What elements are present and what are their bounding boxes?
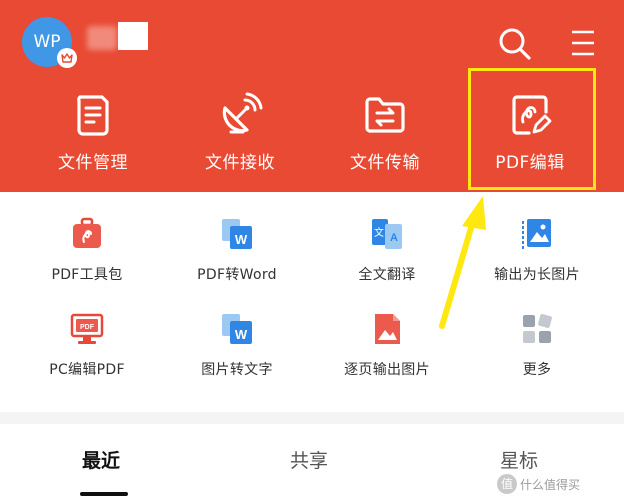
username-block: [118, 22, 148, 50]
tab-recent[interactable]: 最近: [82, 446, 120, 473]
tab-shared[interactable]: 共享: [290, 446, 328, 473]
grid-label: 图片转文字: [201, 362, 273, 378]
highlight-annotation: [468, 68, 596, 190]
svg-text:A: A: [390, 232, 398, 244]
svg-text:W: W: [235, 327, 248, 342]
pdf-toolkit-icon: [69, 216, 105, 252]
document-list-icon: [70, 92, 116, 138]
tool-label: 文件管理: [58, 153, 128, 173]
grid-label: 全文翻译: [358, 267, 416, 283]
page-export-image-button[interactable]: 逐页输出图片: [312, 311, 462, 391]
export-long-image-button[interactable]: 输出为长图片: [462, 216, 612, 296]
watermark-logo-icon: 值: [497, 474, 517, 494]
member-crown-icon: [57, 48, 77, 68]
svg-text:文: 文: [374, 226, 384, 239]
more-button[interactable]: 更多: [462, 311, 612, 391]
svg-text:PDF: PDF: [80, 324, 95, 331]
pc-edit-pdf-button[interactable]: PDF PC编辑PDF: [12, 311, 162, 391]
tool-label: 文件接收: [205, 153, 275, 173]
app-header: WP 文件管理 文件接收 文件传输 PDF编辑: [0, 0, 624, 192]
file-management-button[interactable]: 文件管理: [23, 92, 163, 184]
section-divider: [0, 412, 624, 424]
page-image-icon: [369, 311, 405, 347]
translate-icon: 文 A: [369, 216, 405, 252]
grid-label: PDF工具包: [51, 267, 123, 283]
image-to-text-icon: W: [219, 311, 255, 347]
folder-transfer-icon: [362, 92, 408, 138]
pdf-to-word-button[interactable]: W PDF转Word: [162, 216, 312, 296]
more-apps-icon: [519, 311, 555, 347]
search-icon[interactable]: [497, 26, 533, 62]
grid-label: 更多: [522, 362, 552, 378]
pdf-to-word-icon: W: [219, 216, 255, 252]
pdf-toolkit-button[interactable]: PDF工具包: [12, 216, 162, 296]
username-redacted: [87, 26, 117, 50]
tab-starred[interactable]: 星标: [500, 446, 538, 473]
active-tab-indicator: [80, 492, 128, 496]
image-to-text-button[interactable]: W 图片转文字: [162, 311, 312, 391]
grid-label: 逐页输出图片: [344, 362, 430, 378]
watermark-text: 什么值得买: [520, 478, 581, 492]
full-translate-button[interactable]: 文 A 全文翻译: [312, 216, 462, 296]
menu-icon[interactable]: [566, 27, 598, 59]
pc-pdf-icon: PDF: [69, 311, 105, 347]
avatar-text: WP: [33, 32, 61, 52]
file-receive-button[interactable]: 文件接收: [170, 92, 310, 184]
grid-label: 输出为长图片: [494, 267, 580, 283]
long-image-icon: [519, 216, 555, 252]
grid-label: PDF转Word: [197, 267, 277, 283]
satellite-dish-icon: [217, 92, 263, 138]
grid-label: PC编辑PDF: [49, 362, 125, 378]
tool-label: 文件传输: [350, 153, 420, 173]
svg-text:W: W: [235, 232, 248, 247]
file-transfer-button[interactable]: 文件传输: [315, 92, 455, 184]
